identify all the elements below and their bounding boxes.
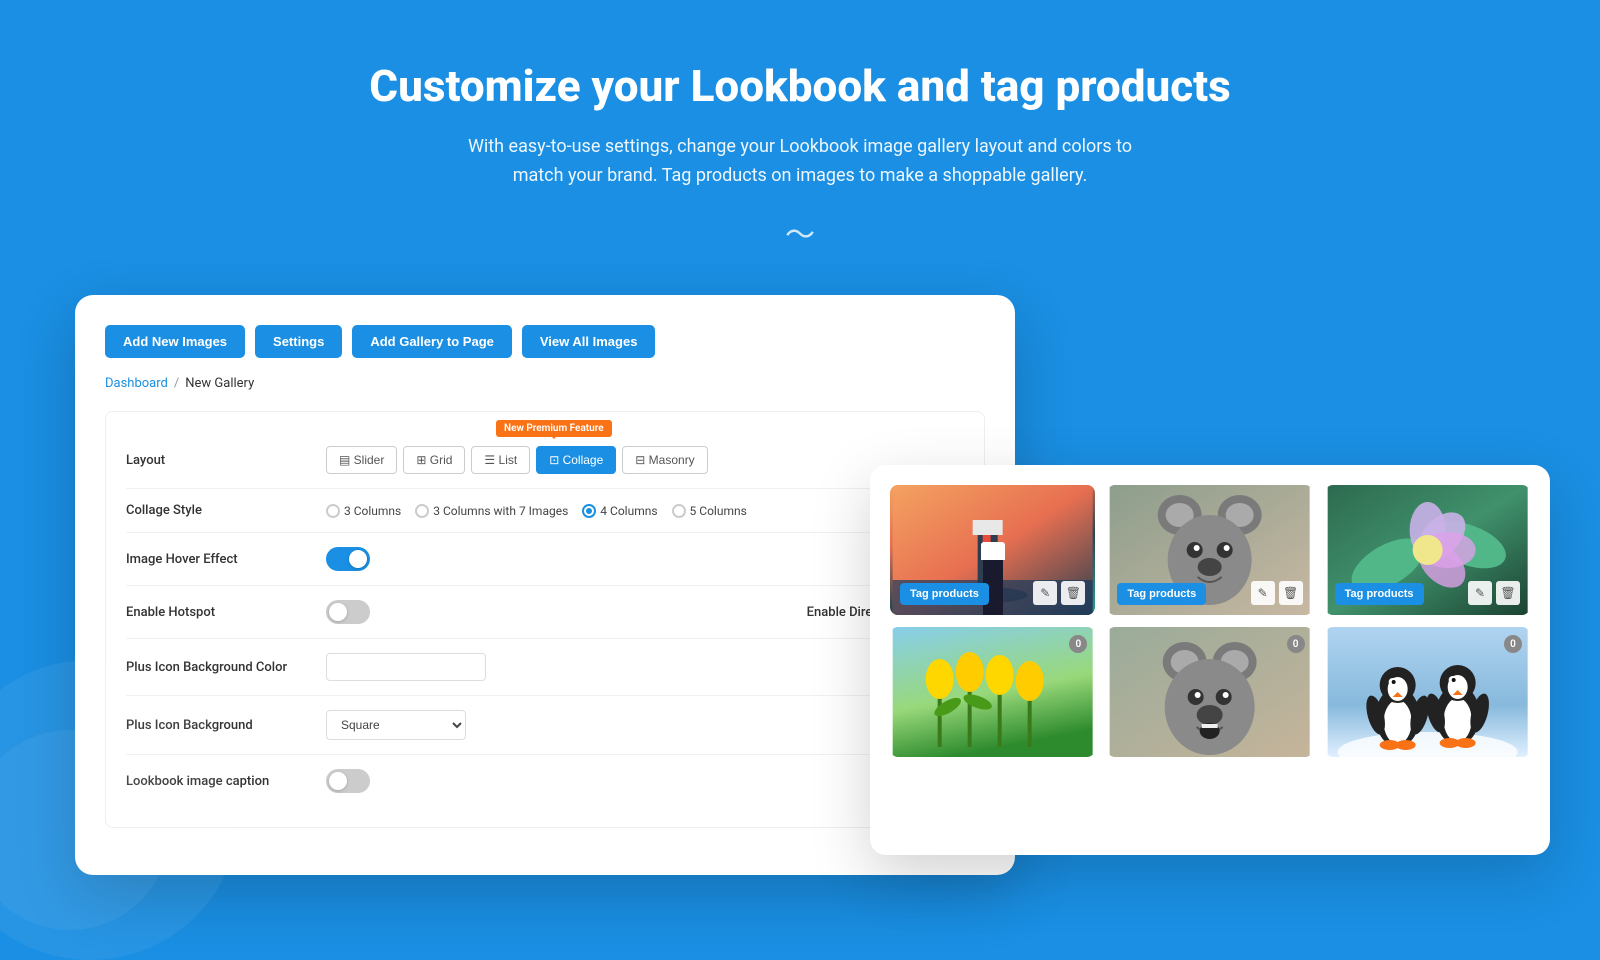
gallery-image-koala2 xyxy=(1107,627,1312,757)
lookbook-caption-toggle-knob xyxy=(329,772,347,790)
collage-3col-radio[interactable] xyxy=(326,504,340,518)
koala-edit-icon[interactable]: ✎ xyxy=(1251,581,1275,605)
toolbar: Add New Images Settings Add Gallery to P… xyxy=(105,325,985,358)
gallery-image-penguins xyxy=(1325,627,1530,757)
lighthouse-delete-icon[interactable]: 🗑 xyxy=(1061,581,1085,605)
collage-5col-label: 5 Columns xyxy=(690,504,747,518)
penguins-svg xyxy=(1325,627,1530,757)
hero-section: Customize your Lookbook and tag products… xyxy=(0,0,1600,294)
lighthouse-item-actions: ✎ 🗑 xyxy=(1033,581,1085,605)
plus-icon-bg-color-control: FFFFFF xyxy=(326,653,848,681)
koala2-badge: 0 xyxy=(1287,635,1305,653)
plus-icon-background-control: Square Circle None xyxy=(326,710,826,740)
breadcrumb: Dashboard / New Gallery xyxy=(105,376,985,391)
gallery-grid: Tag products ✎ 🗑 xyxy=(890,485,1530,757)
collage-3col-option[interactable]: 3 Columns xyxy=(326,504,401,518)
breadcrumb-dashboard-link[interactable]: Dashboard xyxy=(105,376,168,391)
plus-icon-background-select[interactable]: Square Circle None xyxy=(326,710,466,740)
layout-options-group: New Premium Feature ▤ Slider ⊞ Grid ☰ Li… xyxy=(326,446,708,474)
gallery-item-koala2: 0 xyxy=(1107,627,1312,757)
gallery-item-flower: Tag products ✎ 🗑 xyxy=(1325,485,1530,615)
collage-3col7img-option[interactable]: 3 Columns with 7 Images xyxy=(415,504,568,518)
enable-hotspot-control xyxy=(326,600,607,624)
collage-3col-label: 3 Columns xyxy=(344,504,401,518)
plus-icon-bg-color-input[interactable]: FFFFFF xyxy=(326,653,486,681)
gallery-item-koala: Tag products ✎ 🗑 xyxy=(1107,485,1312,615)
layout-grid-btn[interactable]: ⊞ Grid xyxy=(403,446,465,474)
collage-4col-option[interactable]: 4 Columns xyxy=(582,504,657,518)
flower-delete-icon[interactable]: 🗑 xyxy=(1496,581,1520,605)
penguins-badge: 0 xyxy=(1504,635,1522,653)
layout-list-btn[interactable]: ☰ List xyxy=(471,446,530,474)
settings-form: Layout New Premium Feature ▤ Slider ⊞ Gr… xyxy=(105,411,985,828)
hero-subtitle: With easy-to-use settings, change your L… xyxy=(450,133,1150,191)
plus-icon-bg-color-label: Plus Icon Background Color xyxy=(126,660,326,675)
lookbook-caption-row: Lookbook image caption Caption Disp xyxy=(126,755,964,807)
collage-style-label: Collage Style xyxy=(126,503,326,518)
image-hover-control xyxy=(326,547,690,571)
tulips-svg xyxy=(890,627,1095,757)
enable-hotspot-toggle-knob xyxy=(329,603,347,621)
lighthouse-edit-icon[interactable]: ✎ xyxy=(1033,581,1057,605)
breadcrumb-current-page: New Gallery xyxy=(185,376,254,391)
koala2-svg xyxy=(1107,627,1312,757)
hero-wave-decoration: 〜 xyxy=(20,210,1580,254)
layout-control: New Premium Feature ▤ Slider ⊞ Grid ☰ Li… xyxy=(326,446,964,474)
plus-icon-background-row: Plus Icon Background Square Circle None … xyxy=(126,696,964,755)
collage-3col7img-radio[interactable] xyxy=(415,504,429,518)
image-hover-toggle[interactable] xyxy=(326,547,370,571)
enable-hotspot-setting-row: Enable Hotspot Enable Direct Cart Option… xyxy=(126,586,964,639)
image-hover-setting-row: Image Hover Effect Image Hover xyxy=(126,533,964,586)
image-hover-toggle-knob xyxy=(349,550,367,568)
layout-setting-row: Layout New Premium Feature ▤ Slider ⊞ Gr… xyxy=(126,432,964,489)
tag-products-btn-lighthouse[interactable]: Tag products xyxy=(900,583,989,605)
image-hover-label: Image Hover Effect xyxy=(126,552,326,567)
koala-delete-icon[interactable]: 🗑 xyxy=(1279,581,1303,605)
collage-5col-option[interactable]: 5 Columns xyxy=(672,504,747,518)
collage-5col-radio[interactable] xyxy=(672,504,686,518)
collage-style-control: 3 Columns 3 Columns with 7 Images 4 Colu… xyxy=(326,504,964,518)
add-gallery-to-page-button[interactable]: Add Gallery to Page xyxy=(352,325,512,358)
enable-hotspot-toggle[interactable] xyxy=(326,600,370,624)
gallery-panel: Tag products ✎ 🗑 xyxy=(870,465,1550,855)
settings-button[interactable]: Settings xyxy=(255,325,342,358)
flower-item-actions: ✎ 🗑 xyxy=(1468,581,1520,605)
breadcrumb-separator: / xyxy=(174,376,179,391)
add-new-images-button[interactable]: Add New Images xyxy=(105,325,245,358)
enable-hotspot-label: Enable Hotspot xyxy=(126,605,326,620)
collage-4col-radio[interactable] xyxy=(582,504,596,518)
tag-products-btn-flower[interactable]: Tag products xyxy=(1335,583,1424,605)
collage-4col-label: 4 Columns xyxy=(600,504,657,518)
gallery-item-tulips: 0 xyxy=(890,627,1095,757)
hero-title: Customize your Lookbook and tag products xyxy=(20,60,1580,113)
plus-icon-bg-color-row: Plus Icon Background Color FFFFFF Plus I… xyxy=(126,639,964,696)
lookbook-caption-toggle[interactable] xyxy=(326,769,370,793)
collage-3col7img-label: 3 Columns with 7 Images xyxy=(433,504,568,518)
layout-slider-btn[interactable]: ▤ Slider xyxy=(326,446,397,474)
tag-products-btn-koala[interactable]: Tag products xyxy=(1117,583,1206,605)
koala-item-actions: ✎ 🗑 xyxy=(1251,581,1303,605)
view-all-images-button[interactable]: View All Images xyxy=(522,325,656,358)
gallery-item-penguins: 0 xyxy=(1325,627,1530,757)
layout-masonry-btn[interactable]: ⊟ Masonry xyxy=(622,446,707,474)
flower-edit-icon[interactable]: ✎ xyxy=(1468,581,1492,605)
layout-collage-btn[interactable]: ⊡ Collage xyxy=(536,446,616,474)
collage-style-radio-group: 3 Columns 3 Columns with 7 Images 4 Colu… xyxy=(326,504,747,518)
premium-badge: New Premium Feature xyxy=(496,420,612,437)
gallery-item-lighthouse: Tag products ✎ 🗑 xyxy=(890,485,1095,615)
gallery-image-tulips xyxy=(890,627,1095,757)
collage-style-setting-row: Collage Style 3 Columns 3 Columns with 7… xyxy=(126,489,964,533)
lookbook-caption-control xyxy=(326,769,690,793)
layout-label: Layout xyxy=(126,453,326,468)
